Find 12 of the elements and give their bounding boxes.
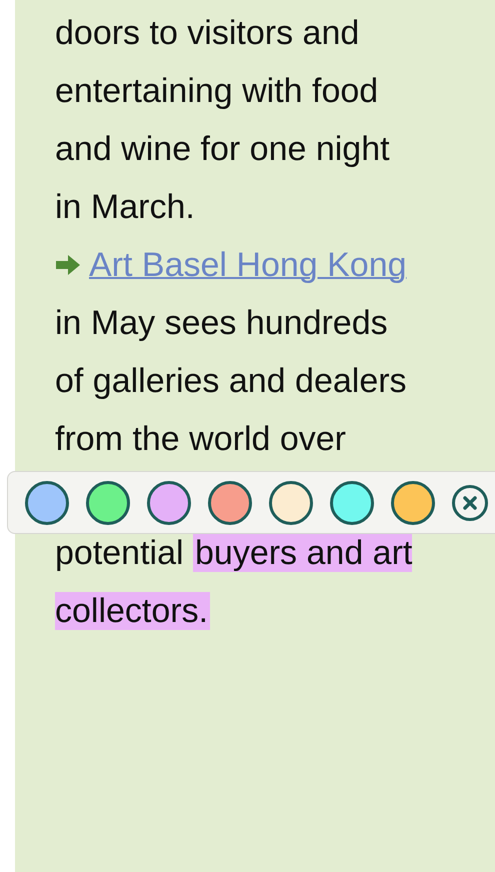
color-swatch[interactable] <box>391 480 435 524</box>
link[interactable]: Art Basel Hong Kong <box>89 246 407 284</box>
color-swatch[interactable] <box>330 480 374 524</box>
color-swatch[interactable] <box>25 480 69 524</box>
color-swatch[interactable] <box>208 480 252 524</box>
body-paragraph: in May sees hundreds of galleries and dealers from the world over <box>55 303 408 460</box>
close-icon[interactable] <box>452 484 488 520</box>
color-swatch[interactable] <box>147 480 191 524</box>
body-paragraph: doors to visitors and entertaining with food and wine for one night in March. <box>55 13 391 228</box>
color-swatch[interactable] <box>269 480 313 524</box>
color-swatch[interactable] <box>86 480 130 524</box>
arrow-icon <box>55 254 81 276</box>
